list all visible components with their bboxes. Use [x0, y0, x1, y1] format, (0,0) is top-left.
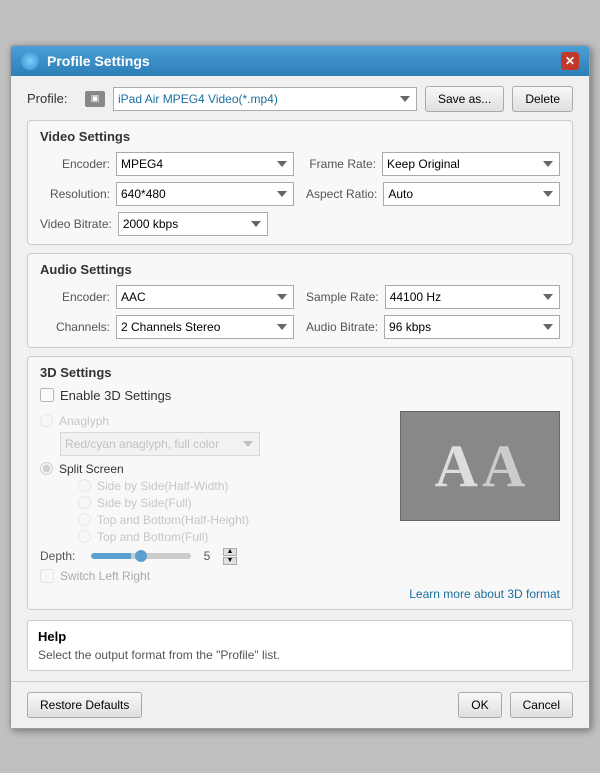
channels-select[interactable]: 2 Channels Stereo [116, 315, 294, 339]
help-text: Select the output format from the "Profi… [38, 648, 562, 662]
audio-bitrate-label: Audio Bitrate: [306, 320, 378, 334]
frame-rate-label: Frame Rate: [306, 157, 376, 171]
3d-settings-title: 3D Settings [40, 365, 560, 380]
sample-rate-select[interactable]: 44100 Hz [385, 285, 560, 309]
aspect-ratio-select[interactable]: Auto [383, 182, 560, 206]
profile-label: Profile: [27, 91, 77, 106]
audio-encoder-label: Encoder: [40, 290, 110, 304]
top-bottom-half-row: Top and Bottom(Half-Height) [78, 513, 388, 527]
profile-settings-dialog: Profile Settings ✕ Profile: ▣ iPad Air M… [10, 45, 590, 729]
save-as-button[interactable]: Save as... [425, 86, 504, 112]
channels-row: Channels: 2 Channels Stereo [40, 315, 294, 339]
switch-lr-label: Switch Left Right [60, 569, 150, 583]
depth-row: Depth: 5 ▲ ▼ [40, 548, 388, 565]
anaglyph-dropdown-wrapper: Red/cyan anaglyph, full color [40, 432, 388, 456]
depth-slider[interactable] [91, 553, 191, 559]
side-by-side-full-row: Side by Side(Full) [78, 496, 388, 510]
3d-settings-section: 3D Settings Enable 3D Settings Anaglyph … [27, 356, 573, 610]
resolution-select[interactable]: 640*480 [116, 182, 294, 206]
footer-right: OK Cancel [458, 692, 573, 718]
top-bottom-full-row: Top and Bottom(Full) [78, 530, 388, 544]
video-settings-section: Video Settings Encoder: MPEG4 Frame Rate… [27, 120, 573, 245]
anaglyph-radio-label: Anaglyph [59, 414, 109, 428]
cancel-button[interactable]: Cancel [510, 692, 573, 718]
audio-encoder-select[interactable]: AAC [116, 285, 294, 309]
encoder-label: Encoder: [40, 157, 110, 171]
side-by-side-full-radio[interactable] [78, 496, 91, 509]
depth-arrows: ▲ ▼ [223, 548, 237, 565]
side-by-side-full-label: Side by Side(Full) [97, 496, 192, 510]
restore-defaults-button[interactable]: Restore Defaults [27, 692, 142, 718]
frame-rate-row: Frame Rate: Keep Original [306, 152, 560, 176]
resolution-label: Resolution: [40, 187, 110, 201]
top-bottom-full-radio[interactable] [78, 530, 91, 543]
split-screen-label: Split Screen [59, 462, 124, 476]
audio-bitrate-select[interactable]: 96 kbps [384, 315, 560, 339]
title-bar: Profile Settings ✕ [11, 46, 589, 76]
ok-button[interactable]: OK [458, 692, 501, 718]
delete-button[interactable]: Delete [512, 86, 573, 112]
footer: Restore Defaults OK Cancel [11, 681, 589, 728]
app-icon [21, 52, 39, 70]
channels-label: Channels: [40, 320, 110, 334]
preview-letter-right: A [482, 436, 525, 496]
split-screen-radio-row: Split Screen [40, 462, 388, 476]
close-button[interactable]: ✕ [561, 52, 579, 70]
profile-select[interactable]: iPad Air MPEG4 Video(*.mp4) [113, 87, 417, 111]
anaglyph-radio[interactable] [40, 414, 53, 427]
dialog-title: Profile Settings [47, 53, 561, 69]
audio-settings-grid: Encoder: AAC Sample Rate: 44100 Hz Chann… [40, 285, 560, 339]
3d-content: Anaglyph Red/cyan anaglyph, full color S… [40, 411, 560, 583]
audio-settings-section: Audio Settings Encoder: AAC Sample Rate:… [27, 253, 573, 348]
learn-more-row: Learn more about 3D format [40, 587, 560, 601]
encoder-row: Encoder: MPEG4 [40, 152, 294, 176]
depth-up-arrow[interactable]: ▲ [223, 548, 237, 556]
sub-options: Side by Side(Half-Width) Side by Side(Fu… [78, 479, 388, 544]
top-bottom-half-label: Top and Bottom(Half-Height) [97, 513, 249, 527]
enable-3d-row: Enable 3D Settings [40, 388, 560, 403]
help-box: Help Select the output format from the "… [27, 620, 573, 671]
3d-preview: A A [400, 411, 560, 521]
top-bottom-half-radio[interactable] [78, 513, 91, 526]
audio-encoder-row: Encoder: AAC [40, 285, 294, 309]
enable-3d-checkbox[interactable] [40, 388, 54, 402]
video-settings-grid: Encoder: MPEG4 Frame Rate: Keep Original… [40, 152, 560, 206]
video-bitrate-label: Video Bitrate: [40, 217, 112, 231]
switch-row: Switch Left Right [40, 569, 388, 583]
audio-settings-title: Audio Settings [40, 262, 560, 277]
switch-lr-checkbox[interactable] [40, 569, 54, 583]
aspect-ratio-label: Aspect Ratio: [306, 187, 377, 201]
anaglyph-dropdown[interactable]: Red/cyan anaglyph, full color [60, 432, 260, 456]
encoder-select[interactable]: MPEG4 [116, 152, 294, 176]
sample-rate-row: Sample Rate: 44100 Hz [306, 285, 560, 309]
preview-letter-left: A [435, 436, 478, 496]
profile-row: Profile: ▣ iPad Air MPEG4 Video(*.mp4) S… [27, 86, 573, 112]
3d-left-panel: Anaglyph Red/cyan anaglyph, full color S… [40, 411, 388, 583]
dialog-body: Profile: ▣ iPad Air MPEG4 Video(*.mp4) S… [11, 76, 589, 681]
side-by-side-half-label: Side by Side(Half-Width) [97, 479, 228, 493]
depth-down-arrow[interactable]: ▼ [223, 557, 237, 565]
learn-more-link[interactable]: Learn more about 3D format [409, 587, 560, 601]
depth-value: 5 [197, 549, 217, 563]
split-screen-radio[interactable] [40, 462, 53, 475]
sample-rate-label: Sample Rate: [306, 290, 379, 304]
side-by-side-half-row: Side by Side(Half-Width) [78, 479, 388, 493]
anaglyph-radio-row: Anaglyph [40, 414, 388, 428]
aa-preview-content: A A [435, 436, 526, 496]
depth-label: Depth: [40, 549, 85, 563]
video-settings-title: Video Settings [40, 129, 560, 144]
enable-3d-label: Enable 3D Settings [60, 388, 171, 403]
resolution-row: Resolution: 640*480 [40, 182, 294, 206]
top-bottom-full-label: Top and Bottom(Full) [97, 530, 208, 544]
audio-bitrate-row: Audio Bitrate: 96 kbps [306, 315, 560, 339]
video-bitrate-select[interactable]: 2000 kbps [118, 212, 268, 236]
profile-icon: ▣ [85, 91, 105, 107]
video-bitrate-row: Video Bitrate: 2000 kbps [40, 212, 560, 236]
aspect-ratio-row: Aspect Ratio: Auto [306, 182, 560, 206]
frame-rate-select[interactable]: Keep Original [382, 152, 560, 176]
side-by-side-half-radio[interactable] [78, 479, 91, 492]
help-title: Help [38, 629, 562, 644]
